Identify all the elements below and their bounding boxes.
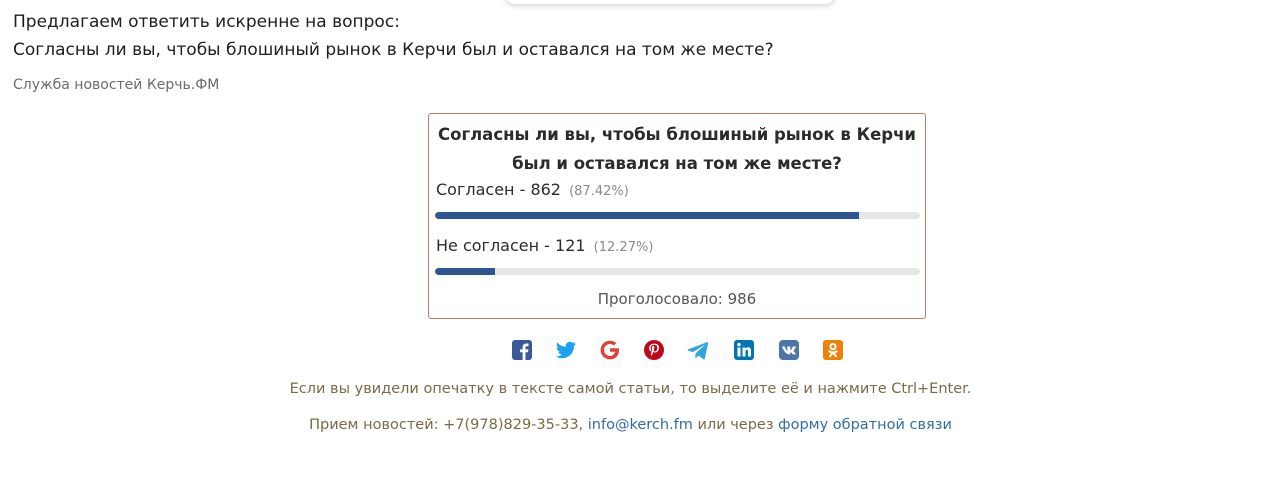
twitter-icon[interactable]	[555, 339, 577, 361]
poll-bar-fill	[435, 212, 859, 219]
feedback-form-link[interactable]: форму обратной связи	[778, 417, 952, 433]
poll-question: Согласны ли вы, чтобы блошиный рынок в К…	[429, 120, 925, 178]
poll-question-line-2: был и оставался на том же месте?	[512, 154, 842, 173]
news-contacts: Прием новостей: +7(978)829-35-33, info@k…	[0, 417, 1261, 433]
facebook-icon[interactable]	[511, 339, 533, 361]
poll-bar-track	[435, 212, 920, 219]
contacts-middle: или через	[692, 417, 779, 433]
poll-option-percent: (12.27%)	[593, 240, 654, 255]
odnoklassniki-icon[interactable]	[822, 339, 844, 361]
poll-option-percent: (87.42%)	[569, 184, 629, 199]
vk-icon[interactable]	[778, 339, 800, 361]
email-link[interactable]: info@kerch.fm	[588, 417, 693, 433]
poll-option-label: Не согласен - 121	[436, 236, 586, 255]
poll-question-line-1: Согласны ли вы, чтобы блошиный рынок в К…	[438, 125, 916, 144]
pinterest-icon[interactable]	[643, 339, 665, 361]
poll-option-agree: Согласен - 862 (87.42%)	[436, 180, 629, 199]
poll-bar-fill	[435, 268, 495, 275]
poll-option-label: Согласен - 862	[436, 180, 561, 199]
article-intro: Предлагаем ответить искренне на вопрос: …	[13, 8, 774, 64]
poll-bar-track	[435, 268, 920, 275]
contacts-prefix: Прием новостей: +7(978)829-35-33,	[309, 417, 588, 433]
typo-report-note: Если вы увидели опечатку в тексте самой …	[289, 381, 972, 397]
google-icon[interactable]	[599, 339, 621, 361]
poll-option-disagree: Не согласен - 121 (12.27%)	[436, 236, 653, 255]
news-source: Служба новостей Керчь.ФМ	[13, 77, 220, 93]
top-banner-edge	[505, 0, 835, 4]
intro-line-1: Предлагаем ответить искренне на вопрос:	[13, 12, 400, 32]
telegram-icon[interactable]	[687, 339, 709, 361]
poll-widget: Согласны ли вы, чтобы блошиный рынок в К…	[428, 113, 926, 319]
poll-total-votes: Проголосовало: 986	[597, 290, 757, 308]
intro-line-2: Согласны ли вы, чтобы блошиный рынок в К…	[13, 40, 774, 60]
linkedin-icon[interactable]	[733, 339, 755, 361]
